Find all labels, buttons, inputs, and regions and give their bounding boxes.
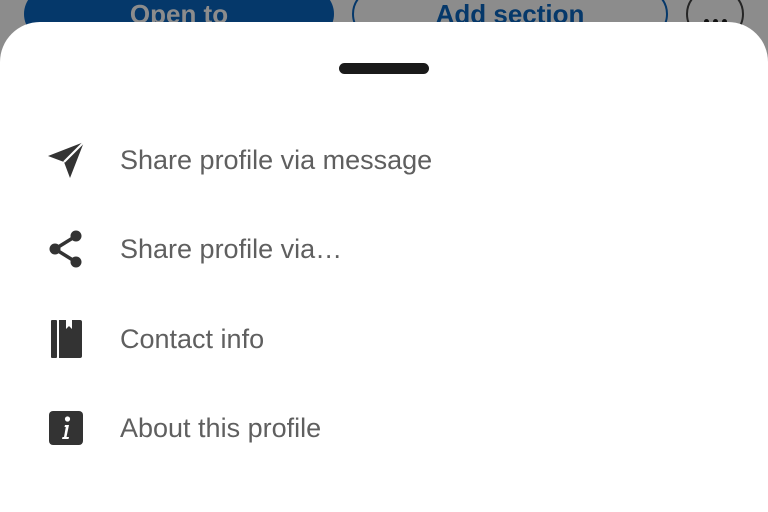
share-via-message-item[interactable]: Share profile via message bbox=[0, 120, 768, 200]
info-icon bbox=[46, 408, 86, 448]
contact-info-label: Contact info bbox=[120, 323, 265, 354]
contact-info-item[interactable]: Contact info bbox=[0, 299, 768, 379]
share-icon bbox=[46, 229, 86, 269]
send-icon bbox=[46, 140, 86, 180]
share-via-label: Share profile via… bbox=[120, 233, 343, 264]
about-this-profile-item[interactable]: About this profile bbox=[0, 388, 768, 468]
bottom-sheet: Share profile via message Share profile … bbox=[0, 22, 768, 512]
contact-book-icon bbox=[46, 319, 86, 359]
drag-handle[interactable] bbox=[339, 63, 429, 74]
share-via-message-label: Share profile via message bbox=[120, 144, 433, 175]
share-via-item[interactable]: Share profile via… bbox=[0, 209, 768, 289]
about-this-profile-label: About this profile bbox=[120, 412, 322, 443]
